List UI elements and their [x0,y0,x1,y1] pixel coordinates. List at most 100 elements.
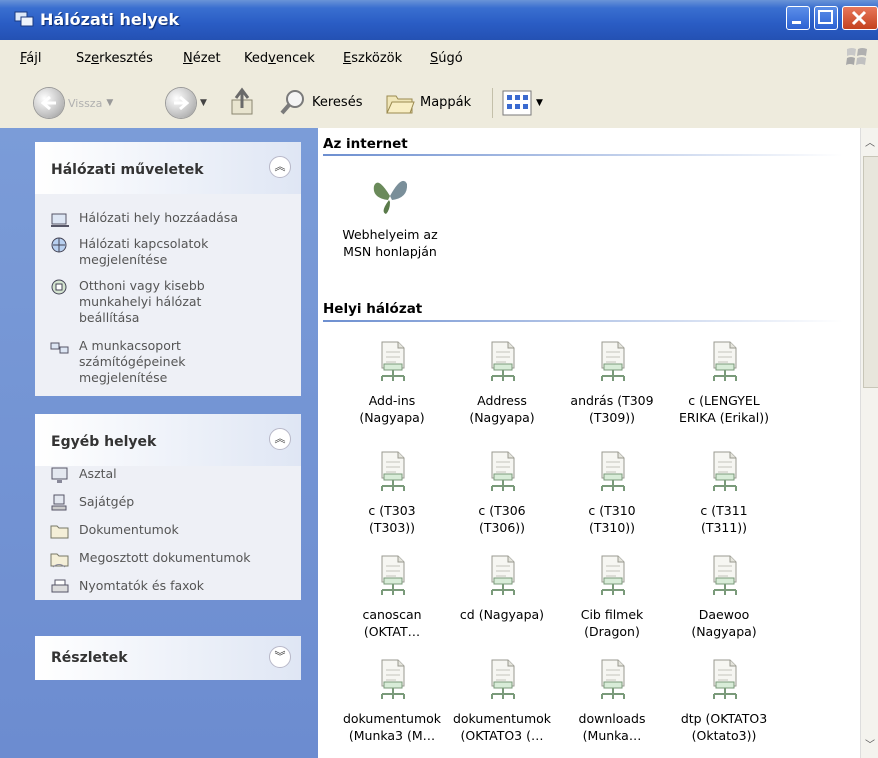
task-view-connections[interactable]: Hálózati kapcsolatok megjelenítése [49,236,249,268]
share-item[interactable]: c (LENGYEL ERIKA (Erikal)) [668,338,780,426]
share-item[interactable]: c (T310 (T310)) [556,448,668,536]
network-share-icon [491,659,515,699]
close-icon [851,10,867,26]
item-label-line1: Cib filmek [580,607,644,622]
place-desktop[interactable]: Asztal [49,466,117,484]
internet-item-msn[interactable]: Webhelyeim az MSN honlapján [334,172,446,260]
task-pane: Hálózati műveletek ︽ Hálózati hely hozzá… [0,128,318,758]
share-item[interactable]: c (T303 (T303)) [336,448,448,536]
share-item[interactable]: Daewoo (Nagyapa) [668,552,780,640]
network-share-icon [601,659,625,699]
share-item[interactable]: downloads (Munka… [556,656,668,744]
views-dropdown-icon[interactable]: ▼ [536,98,543,108]
toolbar-separator [492,88,493,118]
item-label-line2: ERIKA (Erikal)) [678,410,770,425]
title-bar[interactable]: Hálózati helyek [0,0,878,40]
place-label: Dokumentumok [79,522,179,537]
item-label-line1: downloads [578,711,646,726]
share-item[interactable]: Cib filmek (Dragon) [556,552,668,640]
share-item[interactable]: canoscan (OKTAT… [336,552,448,640]
folders-button[interactable]: Mappák [384,88,471,116]
back-button[interactable]: Vissza ▼ [34,88,113,118]
place-shared-documents[interactable]: Megosztott dokumentumok [49,550,251,568]
task-add-network-place[interactable]: Hálózati hely hozzáadása [49,210,238,228]
network-tasks-header[interactable]: Hálózati műveletek ︽ [35,142,301,194]
share-item[interactable]: dtp (OKTATO3 (Oktato3)) [668,656,780,744]
share-item[interactable]: cd (Nagyapa) [446,552,558,623]
task-view-workgroup[interactable]: A munkacsoport számítógépeinek megjelení… [49,338,249,386]
task-home-network-setup[interactable]: Otthoni vagy kisebb munkahelyi hálózat b… [49,278,249,326]
network-share-icon [713,341,737,381]
share-item[interactable]: Address (Nagyapa) [446,338,558,426]
item-label-line2: (Nagyapa) [469,410,535,425]
collapse-chevron-icon[interactable]: ︽ [269,156,291,178]
share-item[interactable]: dokumentumok (Munka3 (M… [336,656,448,744]
item-label-line1: dokumentumok [452,711,552,726]
shared-documents-icon [50,553,69,568]
toolbar: Vissza ▼ ▼ Keresés Mappák ▼ [0,78,878,129]
maximize-button[interactable] [814,6,838,30]
item-label-line1: c (T303 [368,503,416,518]
task-label: A munkacsoport számítógépeinek megjelení… [79,338,186,385]
network-share-icon [491,555,515,595]
back-arrow-icon [34,88,64,118]
up-folder-button[interactable] [228,86,258,118]
search-button[interactable]: Keresés [278,88,362,116]
place-printers-faxes[interactable]: Nyomtatók és faxok [49,578,204,596]
menu-edit[interactable]: Szerkesztés [76,51,153,66]
forward-dropdown-icon[interactable]: ▼ [200,98,207,108]
item-label-line1: Address [477,393,527,408]
scroll-up-icon[interactable]: ︿ [864,134,876,149]
vertical-scrollbar[interactable]: ︿ ﹀ [860,128,878,758]
scroll-down-icon[interactable]: ﹀ [864,736,876,751]
menu-favorites[interactable]: Kedvencek [244,51,315,66]
share-item[interactable]: c (T306 (T306)) [446,448,558,536]
minimize-button[interactable] [786,6,810,30]
window-title: Hálózati helyek [40,10,180,29]
explorer-window: Hálózati helyek Fájl Szerkesztés Nézet K… [0,0,878,758]
menu-view[interactable]: Nézet [183,51,221,66]
menu-tools[interactable]: Eszközök [343,51,402,66]
details-header[interactable]: Részletek ︾ [35,636,301,680]
network-share-icon [491,341,515,381]
documents-folder-icon [50,525,69,539]
share-item[interactable]: Add-ins (Nagyapa) [336,338,448,426]
windows-logo-icon [846,48,867,65]
share-item[interactable]: c (T311 (T311)) [668,448,780,536]
back-dropdown-icon[interactable]: ▼ [106,98,113,108]
network-connections-icon [51,237,67,253]
up-folder-icon [231,87,253,115]
place-my-computer[interactable]: Sajátgép [49,494,134,512]
back-label: Vissza [68,96,103,110]
network-share-icon [601,555,625,595]
other-places-title: Egyéb helyek [51,434,157,450]
place-documents[interactable]: Dokumentumok [49,522,179,540]
item-label-line2: MSN honlapján [343,244,437,259]
folders-icon [386,95,415,114]
item-label-line1: c (T306 [478,503,526,518]
forward-button[interactable]: ▼ [166,88,207,118]
details-title: Részletek [51,650,128,666]
share-item[interactable]: andrás (T309 (T309)) [556,338,668,426]
menu-help[interactable]: Súgó [430,51,463,66]
share-item[interactable]: dokumentumok (OKTATO3 (… [446,656,558,744]
search-label: Keresés [312,94,363,110]
item-label-line2: (OKTAT… [363,624,421,639]
group-header-lan: Helyi hálózat [323,301,423,317]
place-label: Asztal [79,466,117,481]
item-label-line1: cd (Nagyapa) [459,607,545,622]
scroll-thumb[interactable] [863,156,878,388]
close-button[interactable] [842,6,878,30]
group-divider [323,154,843,156]
views-icon [502,90,532,116]
network-share-icon [381,451,405,491]
collapse-chevron-icon[interactable]: ︽ [269,428,291,450]
menu-file[interactable]: Fájl [20,51,42,66]
network-tasks-panel: Hálózati műveletek ︽ Hálózati hely hozzá… [35,142,301,396]
expand-chevron-icon[interactable]: ︾ [269,646,291,668]
item-label-line1: c (T310 [588,503,636,518]
other-places-header[interactable]: Egyéb helyek ︽ [35,414,301,466]
file-list-view[interactable]: Az internet Webhelyeim az MSN honlapján … [318,128,860,758]
item-label-line2: (T306)) [478,520,526,535]
views-button[interactable]: ▼ [502,90,543,116]
